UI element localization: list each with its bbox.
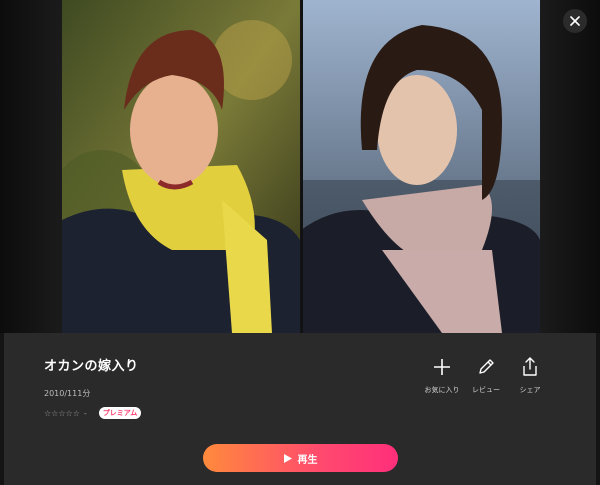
close-button[interactable] bbox=[563, 9, 587, 33]
action-bar: お気に入り レビュー シェア bbox=[420, 357, 552, 395]
share-icon bbox=[523, 357, 537, 376]
movie-meta: 2010/111分 bbox=[44, 389, 91, 398]
share-button[interactable]: シェア bbox=[508, 357, 552, 395]
movie-title: オカンの嫁入り bbox=[44, 359, 139, 374]
rating-value: - bbox=[83, 408, 87, 418]
play-label: 再生 bbox=[297, 454, 318, 466]
detail-panel: オカンの嫁入り 2010/111分 ☆☆☆☆☆ - プレミアム お気に入り レビ… bbox=[4, 333, 596, 485]
star-rating[interactable]: ☆☆☆☆☆ bbox=[44, 409, 80, 418]
close-icon bbox=[570, 16, 580, 26]
share-label: シェア bbox=[519, 386, 541, 394]
premium-badge: プレミアム bbox=[98, 407, 142, 419]
play-button[interactable]: 再生 bbox=[203, 444, 398, 472]
plus-icon bbox=[434, 359, 450, 375]
favorite-button[interactable]: お気に入り bbox=[420, 357, 464, 395]
play-icon bbox=[283, 453, 292, 463]
hero-image bbox=[62, 0, 540, 333]
favorite-label: お気に入り bbox=[424, 386, 460, 394]
review-button[interactable]: レビュー bbox=[464, 357, 508, 395]
background-strip-left bbox=[0, 0, 62, 333]
rating-row: ☆☆☆☆☆ - プレミアム bbox=[44, 407, 142, 419]
review-label: レビュー bbox=[472, 386, 500, 394]
background-strip-right bbox=[540, 0, 600, 333]
pencil-icon bbox=[479, 359, 494, 374]
